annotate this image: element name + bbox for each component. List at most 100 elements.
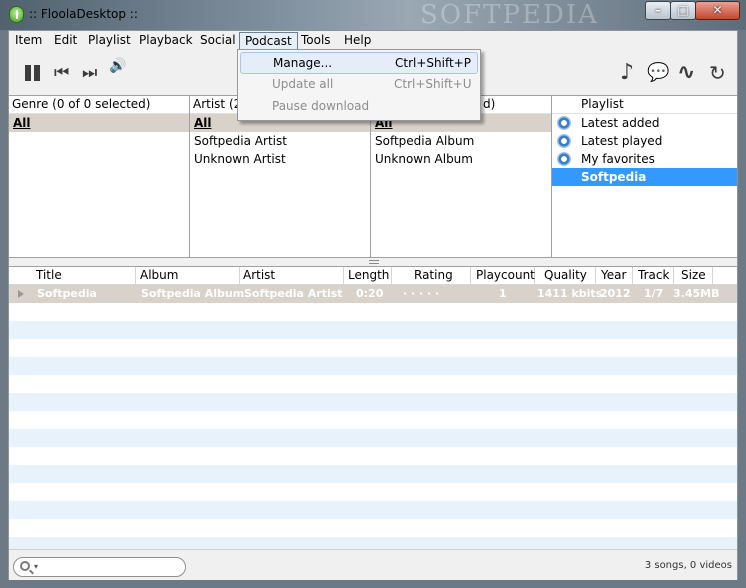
minimize-button[interactable]: – — [645, 1, 671, 20]
empty-row — [9, 411, 737, 429]
menu-tools[interactable]: Tools — [296, 32, 336, 50]
previous-icon[interactable]: ⏮ — [54, 62, 69, 84]
playlist-item-label: Softpedia — [581, 170, 647, 184]
artist-row[interactable]: Unknown Artist — [190, 150, 370, 168]
empty-row — [9, 375, 737, 393]
cell-playcount: 1 — [499, 287, 507, 300]
search-dropdown-icon[interactable]: ▾ — [34, 562, 38, 571]
search-icon[interactable] — [20, 561, 30, 571]
empty-row — [9, 483, 737, 501]
menu-podcast[interactable]: Podcast — [239, 32, 298, 50]
window-title: :: FloolaDesktop :: — [29, 7, 138, 21]
empty-row — [9, 429, 737, 447]
menu-item-shortcut: Ctrl+Shift+U — [394, 77, 472, 91]
playlist-item-my-favorites[interactable]: My favorites — [552, 150, 737, 168]
pause-icon[interactable] — [23, 62, 43, 84]
empty-row — [9, 339, 737, 357]
empty-row — [9, 393, 737, 411]
empty-row — [9, 303, 737, 321]
playlist-pane[interactable]: Playlist Latest added Latest played My f… — [552, 96, 737, 257]
cell-artist: Softpedia Artist — [244, 287, 343, 300]
genre-row-all[interactable]: All — [9, 114, 189, 132]
column-year[interactable]: Year — [597, 267, 633, 285]
column-rating[interactable]: Rating — [393, 267, 471, 285]
column-album[interactable]: Album — [137, 267, 240, 285]
splitter-grip[interactable] — [369, 260, 379, 264]
column-artist[interactable]: Artist — [240, 267, 344, 285]
playlist-item-softpedia[interactable]: Softpedia — [552, 168, 737, 186]
menu-item[interactable]: Item — [10, 32, 47, 50]
empty-row — [9, 519, 737, 537]
menu-item-shortcut: Ctrl+Shift+P — [395, 56, 471, 70]
menu-help[interactable]: Help — [339, 32, 376, 50]
next-icon[interactable]: ⏭ — [82, 62, 97, 84]
podcast-manage-item[interactable]: Manage... Ctrl+Shift+P — [240, 52, 478, 74]
pane-splitter[interactable] — [9, 258, 737, 266]
genre-pane[interactable]: Genre (0 of 0 selected) All — [9, 96, 190, 257]
column-title[interactable]: Title — [33, 267, 136, 285]
empty-row — [9, 357, 737, 375]
menu-bar: Item Edit Playlist Playback Social Podca… — [9, 31, 737, 51]
menu-playlist[interactable]: Playlist — [83, 32, 136, 50]
playlist-item-latest-added[interactable]: Latest added — [552, 114, 737, 132]
menu-social[interactable]: Social — [195, 32, 241, 50]
minimize-icon: – — [655, 3, 661, 17]
playlist-header[interactable]: Playlist — [552, 96, 737, 114]
waveform-icon[interactable]: ∿ — [677, 62, 695, 84]
playlist-item-label: My favorites — [581, 152, 655, 166]
close-button[interactable]: ✕ — [695, 1, 740, 20]
cell-title: Softpedia — [37, 287, 97, 300]
column-track[interactable]: Track — [634, 267, 674, 285]
search-input[interactable] — [46, 560, 181, 574]
artist-row[interactable]: Softpedia Artist — [190, 132, 370, 150]
playlist-item-label: Latest played — [581, 134, 663, 148]
empty-row — [9, 501, 737, 519]
status-bar: ▾ 3 songs, 0 videos — [9, 549, 737, 580]
cell-rating[interactable]: · · · · · — [403, 285, 439, 303]
music-note-icon[interactable]: ♪ — [620, 62, 634, 84]
cell-album: Softpedia Album — [141, 287, 245, 300]
maximize-button[interactable]: □ — [670, 1, 696, 20]
empty-row — [9, 321, 737, 339]
cell-length: 0:20 — [356, 287, 384, 300]
table-row[interactable]: Softpedia Softpedia Album Softpedia Arti… — [9, 285, 737, 303]
menu-item-label: Pause download — [272, 99, 370, 113]
podcast-update-all-item[interactable]: Update all Ctrl+Shift+U — [240, 74, 478, 96]
gear-icon — [557, 116, 571, 130]
gear-icon — [557, 152, 571, 166]
column-playcount[interactable]: Playcount — [472, 267, 535, 285]
menu-edit[interactable]: Edit — [49, 32, 82, 50]
menu-item-label: Manage... — [273, 56, 333, 70]
album-row[interactable]: Unknown Album — [371, 150, 551, 168]
album-row[interactable]: Softpedia Album — [371, 132, 551, 150]
cell-quality: 1411 kbits — [537, 287, 603, 300]
empty-row — [9, 537, 737, 549]
cell-year: 2012 — [600, 287, 631, 300]
podcast-menu: Manage... Ctrl+Shift+P Update all Ctrl+S… — [237, 49, 481, 121]
playlist-item-latest-played[interactable]: Latest played — [552, 132, 737, 150]
cell-track: 1/7 — [644, 287, 664, 300]
empty-row — [9, 447, 737, 465]
column-length[interactable]: Length — [345, 267, 392, 285]
podcast-pause-download-item[interactable]: Pause download — [240, 96, 478, 118]
column-quality[interactable]: Quality — [536, 267, 596, 285]
playlist-item-label: Latest added — [581, 116, 660, 130]
maximize-icon: □ — [677, 3, 689, 17]
search-box[interactable]: ▾ — [13, 557, 186, 577]
cell-size: 3.45MB — [673, 287, 720, 300]
volume-icon[interactable]: 🔊 — [109, 55, 126, 77]
speech-bubble-icon[interactable]: 💬 — [647, 62, 669, 84]
track-list: Title Album Artist Length Rating Playcou… — [9, 266, 737, 549]
column-size[interactable]: Size — [675, 267, 713, 285]
library-summary: 3 songs, 0 videos — [644, 560, 732, 571]
refresh-icon[interactable]: ↻ — [709, 62, 726, 84]
menu-playback[interactable]: Playback — [134, 32, 198, 50]
track-list-header: Title Album Artist Length Rating Playcou… — [9, 267, 737, 285]
play-arrow-icon — [18, 290, 24, 298]
gear-icon — [557, 134, 571, 148]
empty-row — [9, 465, 737, 483]
app-icon[interactable] — [9, 6, 24, 23]
genre-header[interactable]: Genre (0 of 0 selected) — [9, 96, 189, 114]
title-bar: :: FloolaDesktop :: SOFTPEDIA – □ ✕ — [0, 0, 746, 30]
watermark: SOFTPEDIA — [420, 0, 599, 30]
